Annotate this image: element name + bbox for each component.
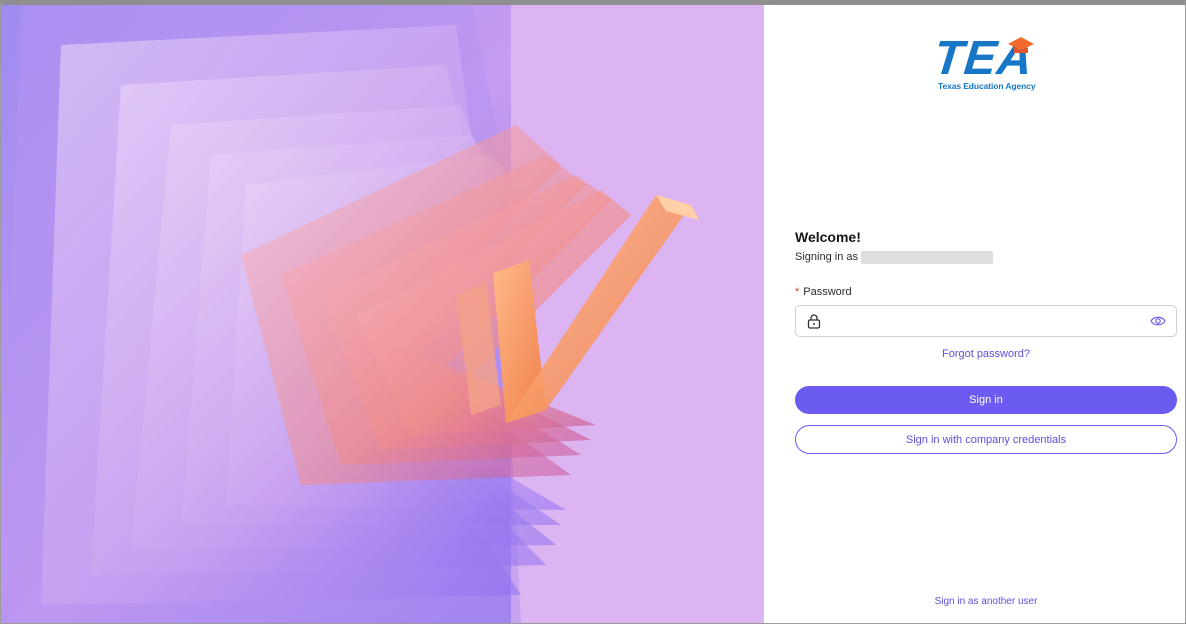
company-credentials-button[interactable]: Sign in with company credentials: [795, 425, 1177, 454]
hero-illustration: [1, 5, 764, 623]
welcome-heading: Welcome!: [795, 229, 861, 245]
hero-artwork: [1, 5, 764, 623]
logo-subtitle: Texas Education Agency: [938, 81, 1036, 91]
sign-in-another-user-link[interactable]: Sign in as another user: [795, 596, 1177, 607]
signing-in-as-label: Signing in as: [795, 251, 858, 263]
password-input[interactable]: [830, 307, 1140, 335]
redacted-username: [861, 250, 993, 264]
sign-in-button[interactable]: Sign in: [795, 386, 1177, 414]
required-marker: *: [795, 286, 800, 298]
password-label: * Password: [795, 286, 852, 298]
password-label-text: Password: [803, 286, 852, 298]
login-panel: TEA Texas Education Agency Welcome! Sign…: [764, 5, 1185, 623]
signing-in-as-row: Signing in as: [795, 250, 993, 264]
forgot-password-link[interactable]: Forgot password?: [795, 348, 1177, 360]
password-field[interactable]: [795, 305, 1177, 337]
graduation-cap-icon: [1008, 37, 1034, 53]
tea-logo: TEA Texas Education Agency: [931, 32, 1038, 97]
eye-icon[interactable]: [1150, 315, 1166, 327]
lock-icon: [807, 314, 821, 329]
